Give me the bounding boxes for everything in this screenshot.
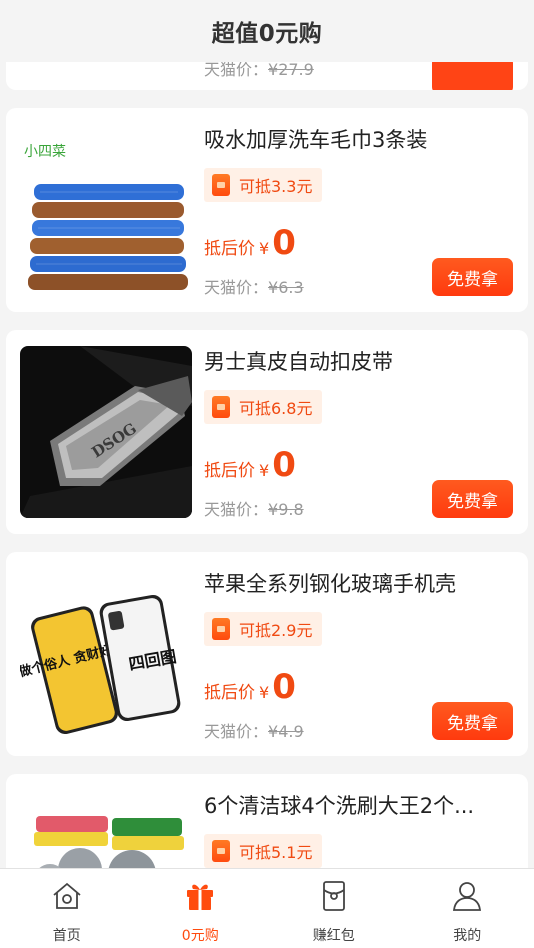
- coupon-icon: [212, 618, 230, 640]
- product-image-cleaning-sponges: [20, 790, 192, 868]
- tab-earn-red-envelope[interactable]: 赚红包: [267, 869, 401, 948]
- coupon-badge: 可抵6.8元: [204, 390, 323, 424]
- product-card[interactable]: DSOG 男士真皮自动扣皮带 可抵6.8元 抵后价 ¥ 0 天猫价：¥9.8 免…: [6, 330, 528, 534]
- tmall-price-row: 天猫价：¥4.9: [204, 718, 304, 742]
- page-title: 超值0元购: [211, 21, 323, 47]
- tab-home[interactable]: 首页: [0, 869, 134, 948]
- tab-label: 我的: [453, 928, 482, 944]
- after-price-row: 抵后价 ¥ 0: [204, 226, 296, 260]
- coupon-text: 可抵6.8元: [239, 399, 313, 418]
- brand-logo: 小四菜: [24, 144, 66, 160]
- tmall-label: 天猫价：: [204, 60, 269, 79]
- coupon-badge: 可抵2.9元: [204, 612, 323, 646]
- product-card[interactable]: 6个清洁球4个洗刷大王2个... 可抵5.1元: [6, 774, 528, 868]
- after-price: 0: [272, 223, 296, 263]
- tmall-label: 天猫价：: [204, 722, 269, 741]
- tmall-label: 天猫价：: [204, 500, 269, 519]
- after-price: 0: [272, 667, 296, 707]
- product-card[interactable]: 小四菜 吸水加厚洗车毛巾3条装 可抵3.3元 抵后价 ¥ 0 天猫价：¥6.3: [6, 108, 528, 312]
- free-get-button[interactable]: 免费拿: [432, 480, 513, 518]
- free-get-button[interactable]: 免费拿: [432, 702, 513, 740]
- tmall-price-row: 天猫价：¥6.3: [204, 274, 304, 298]
- tmall-label: 天猫价：: [204, 278, 269, 297]
- red-envelope-icon: [317, 879, 351, 913]
- product-name[interactable]: 吸水加厚洗车毛巾3条装: [204, 124, 514, 154]
- tmall-price: ¥9.8: [268, 500, 304, 519]
- user-icon: [450, 879, 484, 913]
- after-price-row: 抵后价 ¥ 0: [204, 448, 296, 482]
- currency-symbol: ¥: [259, 683, 270, 702]
- home-icon: [50, 879, 84, 913]
- coupon-badge: 可抵3.3元: [204, 168, 323, 202]
- product-name[interactable]: 男士真皮自动扣皮带: [204, 346, 514, 376]
- coupon-badge: 可抵5.1元: [204, 834, 323, 868]
- coupon-icon: [212, 396, 230, 418]
- tmall-price: ¥27.9: [268, 60, 314, 79]
- tab-zero-buy[interactable]: 0元购: [134, 869, 268, 948]
- product-name[interactable]: 6个清洁球4个洗刷大王2个...: [204, 790, 514, 820]
- app-header: 超值0元购: [0, 0, 534, 62]
- product-card[interactable]: 做个俗人 贪财好色 四回图 苹果全系列钢化玻璃手机壳 可抵2.9元 抵后价 ¥ …: [6, 552, 528, 756]
- after-price-label: 抵后价: [204, 683, 255, 703]
- currency-symbol: ¥: [259, 239, 270, 258]
- tab-mine[interactable]: 我的: [401, 869, 534, 948]
- product-image-towels: 小四菜: [20, 124, 192, 296]
- product-list[interactable]: 天猫价：¥27.9 小四菜 吸水加厚洗车毛巾3条装 可抵3.3元 抵后价 ¥ 0…: [0, 0, 534, 868]
- tab-label: 0元购: [181, 928, 219, 944]
- tab-label: 赚红包: [312, 928, 355, 944]
- coupon-icon: [212, 174, 230, 196]
- tab-label: 首页: [52, 928, 81, 944]
- after-price-row: 抵后价 ¥ 0: [204, 670, 296, 704]
- coupon-icon: [212, 840, 230, 862]
- coupon-text: 可抵3.3元: [239, 177, 313, 196]
- free-get-button[interactable]: 免费拿: [432, 258, 513, 296]
- product-image-belt: DSOG: [20, 346, 192, 518]
- tmall-price-row: 天猫价：¥9.8: [204, 496, 304, 520]
- product-name[interactable]: 苹果全系列钢化玻璃手机壳: [204, 568, 514, 598]
- after-price-label: 抵后价: [204, 239, 255, 259]
- after-price: 0: [272, 445, 296, 485]
- gift-icon: [183, 879, 217, 913]
- coupon-text: 可抵5.1元: [239, 843, 313, 862]
- after-price-label: 抵后价: [204, 461, 255, 481]
- tmall-price: ¥4.9: [268, 722, 304, 741]
- coupon-text: 可抵2.9元: [239, 621, 313, 640]
- currency-symbol: ¥: [259, 461, 270, 480]
- tmall-price: ¥6.3: [268, 278, 304, 297]
- bottom-tab-bar: 首页 0元购 赚红包 我的: [0, 868, 534, 948]
- product-image-phone-cases: 做个俗人 贪财好色 四回图: [20, 568, 192, 740]
